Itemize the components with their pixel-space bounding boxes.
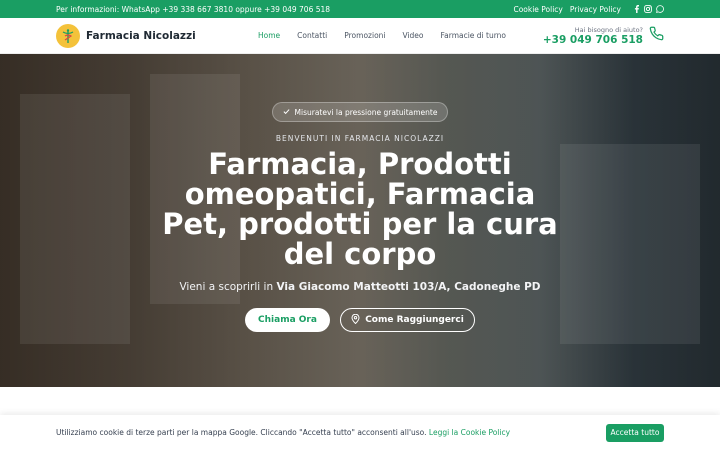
facebook-icon[interactable] [632, 5, 640, 13]
nav-contatti[interactable]: Contatti [297, 31, 327, 40]
badge-text: Misuratevi la pressione gratuitamente [294, 107, 438, 117]
logo-name: Farmacia Nicolazzi [86, 29, 196, 42]
cookie-text: Utilizziamo cookie di terze parti per la… [56, 428, 427, 437]
whatsapp-icon[interactable] [656, 5, 664, 13]
phone-icon [649, 26, 664, 45]
call-now-button[interactable]: Chiama Ora [245, 308, 330, 332]
hero-section: Misuratevi la pressione gratuitamente BE… [0, 54, 720, 387]
top-links: Cookie Policy Privacy Policy [513, 5, 664, 14]
privacy-policy-link[interactable]: Privacy Policy [570, 5, 621, 14]
hero-subtitle: Vieni a scoprirli in Via Giacomo Matteot… [179, 281, 540, 293]
hero-content: Misuratevi la pressione gratuitamente BE… [0, 54, 720, 387]
accept-all-button[interactable]: Accetta tutto [606, 423, 664, 442]
nav-home[interactable]: Home [258, 31, 280, 40]
check-icon [283, 108, 290, 117]
directions-label: Come Raggiungerci [365, 315, 464, 325]
contact-info-text: Per informazioni: WhatsApp +39 338 667 3… [56, 4, 331, 14]
directions-button[interactable]: Come Raggiungerci [340, 308, 475, 332]
nav-promozioni[interactable]: Promozioni [344, 31, 385, 40]
social-links [632, 5, 664, 13]
pharmacy-caduceus-icon [56, 23, 80, 48]
help-label: Hai bisogno di aiuto? [574, 25, 643, 34]
site-header: Farmacia Nicolazzi Home Contatti Promozi… [0, 18, 720, 54]
welcome-text: BENVENUTI IN FARMACIA NICOLAZZI [275, 134, 445, 143]
hero-title: Farmacia, Prodotti omeopatici, Farmacia … [162, 147, 558, 271]
site-logo[interactable]: Farmacia Nicolazzi [56, 23, 258, 48]
subtitle-prefix: Vieni a scoprirli in [179, 281, 274, 293]
cookie-banner: Utilizziamo cookie di terze parti per la… [0, 415, 720, 450]
instagram-icon[interactable] [644, 5, 652, 13]
help-phone-number[interactable]: +39 049 706 518 [543, 34, 643, 46]
cookie-policy-link[interactable]: Leggi la Cookie Policy [429, 428, 510, 437]
main-nav: Home Contatti Promozioni Video Farmacie … [258, 31, 506, 40]
nav-farmacie-di-turno[interactable]: Farmacie di turno [441, 31, 507, 40]
help-contact[interactable]: Hai bisogno di aiuto? +39 049 706 518 [543, 26, 664, 46]
hero-buttons: Chiama Ora Come Raggiungerci [245, 308, 475, 332]
nav-video[interactable]: Video [403, 31, 424, 40]
help-text: Hai bisogno di aiuto? +39 049 706 518 [543, 26, 643, 46]
blood-pressure-badge: Misuratevi la pressione gratuitamente [271, 102, 449, 122]
cookie-policy-link[interactable]: Cookie Policy [513, 5, 562, 14]
top-info-bar: Per informazioni: WhatsApp +39 338 667 3… [0, 0, 720, 18]
map-pin-icon [351, 313, 360, 327]
address-text: Via Giacomo Matteotti 103/A, Cadoneghe P… [276, 281, 541, 293]
